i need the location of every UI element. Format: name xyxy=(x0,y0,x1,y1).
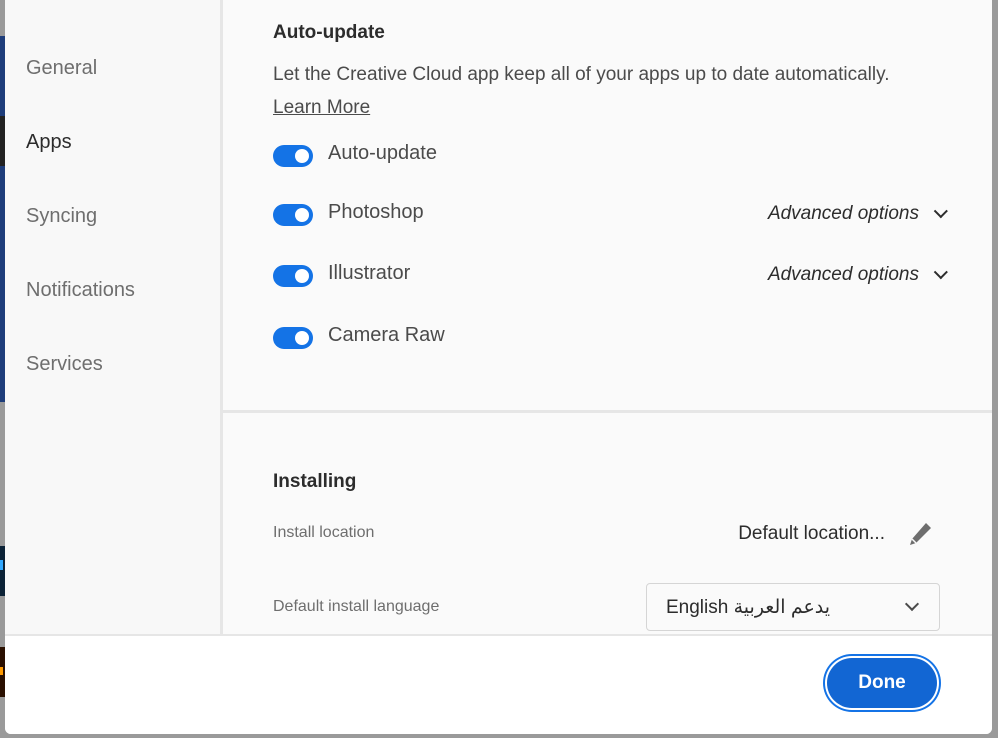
toggle-knob xyxy=(295,269,309,283)
sidebar-item-syncing[interactable]: Syncing xyxy=(26,205,97,228)
toggle-row-illustrator: Illustrator Advanced options xyxy=(273,262,948,292)
toggle-knob xyxy=(295,208,309,222)
pencil-icon[interactable] xyxy=(906,520,934,548)
installing-title: Installing xyxy=(273,471,357,492)
photoshop-advanced-options[interactable]: Advanced options xyxy=(767,203,948,225)
toggle-label: Illustrator xyxy=(328,262,411,284)
toggle-knob xyxy=(295,149,309,163)
auto-update-description: Let the Creative Cloud app keep all of y… xyxy=(273,64,890,85)
chevron-down-icon xyxy=(904,596,920,612)
toggle-row-photoshop: Photoshop Advanced options xyxy=(273,201,948,231)
section-divider xyxy=(223,410,992,413)
camera-raw-toggle[interactable] xyxy=(273,327,313,349)
background-app-right xyxy=(992,0,998,738)
default-language-select[interactable]: English يدعم العربية xyxy=(646,583,940,631)
illustrator-advanced-options[interactable]: Advanced options xyxy=(767,264,948,286)
toggle-label: Photoshop xyxy=(328,201,424,223)
install-location-label: Install location xyxy=(273,524,375,541)
chevron-down-icon xyxy=(933,265,948,280)
install-location-value[interactable]: Default location... xyxy=(738,523,885,545)
sidebar-item-services[interactable]: Services xyxy=(26,353,103,376)
illustrator-toggle[interactable] xyxy=(273,265,313,287)
sidebar-item-notifications[interactable]: Notifications xyxy=(26,279,135,302)
default-language-label: Default install language xyxy=(273,598,440,615)
auto-update-toggle[interactable] xyxy=(273,145,313,167)
toggle-knob xyxy=(295,331,309,345)
toggle-label: Auto-update xyxy=(328,142,437,164)
dialog-footer: Done xyxy=(5,634,992,734)
selected-language: English يدعم العربية xyxy=(666,597,831,618)
done-button[interactable]: Done xyxy=(827,658,937,708)
sidebar-item-apps[interactable]: Apps xyxy=(26,131,72,154)
sidebar: General Apps Syncing Notifications Servi… xyxy=(5,0,223,634)
advanced-options-label: Advanced options xyxy=(767,203,919,224)
photoshop-toggle[interactable] xyxy=(273,204,313,226)
apps-settings-panel: Auto-update Let the Creative Cloud app k… xyxy=(223,0,992,634)
toggle-label: Camera Raw xyxy=(328,324,445,346)
chevron-down-icon xyxy=(933,204,948,219)
sidebar-item-general[interactable]: General xyxy=(26,57,97,80)
auto-update-title: Auto-update xyxy=(273,22,385,43)
preferences-dialog: General Apps Syncing Notifications Servi… xyxy=(5,0,992,734)
toggle-row-auto-update: Auto-update xyxy=(273,142,943,172)
toggle-row-camera-raw: Camera Raw xyxy=(273,324,943,354)
advanced-options-label: Advanced options xyxy=(767,264,919,285)
learn-more-link[interactable]: Learn More xyxy=(273,97,370,119)
